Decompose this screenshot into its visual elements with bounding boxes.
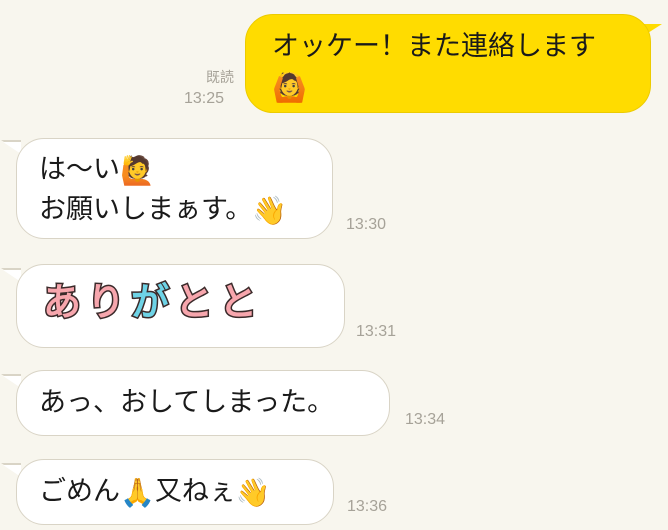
message-text-line: ごめん🙏又ねぇ👋: [39, 472, 313, 512]
message-text: 又ねぇ: [154, 476, 236, 507]
waving-hand-emoji-icon: 👋: [252, 193, 288, 227]
message-timestamp: 13:25: [184, 90, 225, 107]
message-text: ごめん: [39, 476, 120, 507]
message-text: オッケー！また連絡します: [272, 31, 596, 62]
message-bubble[interactable]: ありがとと: [16, 264, 345, 348]
read-receipt: 既読: [206, 69, 234, 85]
decorated-char: あ: [41, 280, 88, 324]
decorated-char: が: [130, 280, 176, 324]
message-timestamp: 13:36: [347, 498, 388, 515]
message-text: あっ、おしてしまった。: [39, 387, 335, 418]
decorated-char: り: [86, 280, 132, 324]
message-timestamp: 13:34: [405, 411, 446, 428]
message-text-line: は〜い🙋: [39, 150, 312, 190]
message-text: は〜い: [39, 154, 120, 185]
folded-hands-emoji-icon: 🙏: [120, 475, 155, 509]
decorated-char: と: [218, 280, 264, 324]
decorated-char: と: [174, 280, 220, 324]
waving-hand-emoji-icon: 👋: [235, 475, 271, 509]
raising-hand-emoji-icon: 🙋: [120, 153, 155, 187]
message-timestamp: 13:31: [356, 323, 397, 340]
ok-gesture-emoji-icon: 🙆: [272, 70, 307, 104]
message-bubble[interactable]: は〜い🙋 お願いしまぁす。👋: [16, 138, 333, 239]
message-bubble[interactable]: ごめん🙏又ねぇ👋: [16, 459, 334, 525]
message-bubble[interactable]: あっ、おしてしまった。: [16, 370, 390, 436]
message-bubble[interactable]: オッケー！また連絡します 🙆: [245, 14, 651, 113]
message-timestamp: 13:30: [346, 216, 387, 233]
message-text-line: お願いしまぁす。👋: [39, 190, 312, 230]
decorated-text: ありがとと: [41, 280, 324, 324]
message-text: お願いしまぁす。: [39, 194, 253, 225]
